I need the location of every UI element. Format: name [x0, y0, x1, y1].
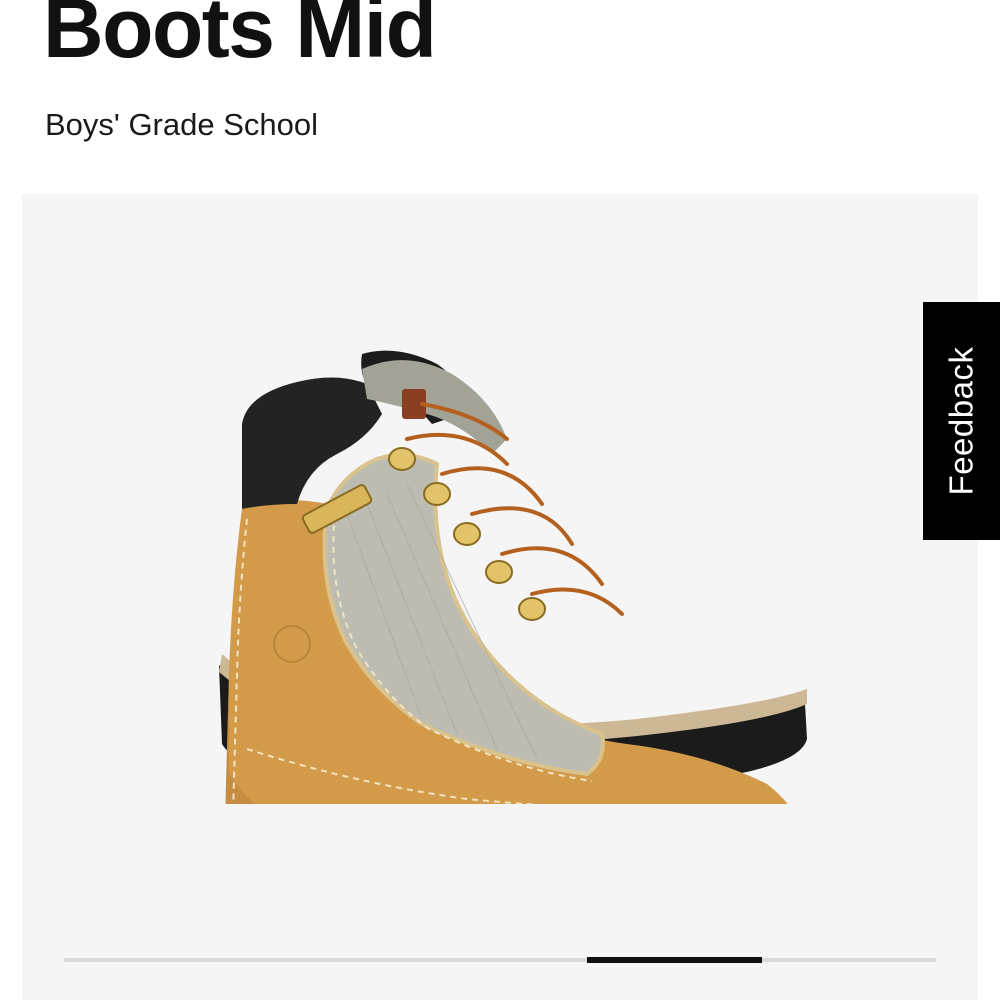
boot-hook — [485, 560, 513, 584]
product-subtitle: Boys' Grade School — [45, 107, 319, 142]
feedback-button[interactable]: Feedback — [923, 302, 1000, 540]
feedback-label: Feedback — [942, 346, 980, 496]
gallery-progress-track[interactable] — [64, 957, 936, 963]
product-page: Boots Mid Boys' Grade School Feedback — [0, 0, 1000, 1000]
product-image-gallery[interactable] — [22, 194, 978, 1000]
boot-hook — [388, 447, 416, 471]
product-image[interactable] — [207, 344, 807, 804]
boot-hook — [423, 482, 451, 506]
product-title: Boots Mid — [43, 0, 437, 75]
gallery-progress-thumb[interactable] — [587, 957, 762, 963]
boot-hook — [453, 522, 481, 546]
boot-hook — [518, 597, 546, 621]
